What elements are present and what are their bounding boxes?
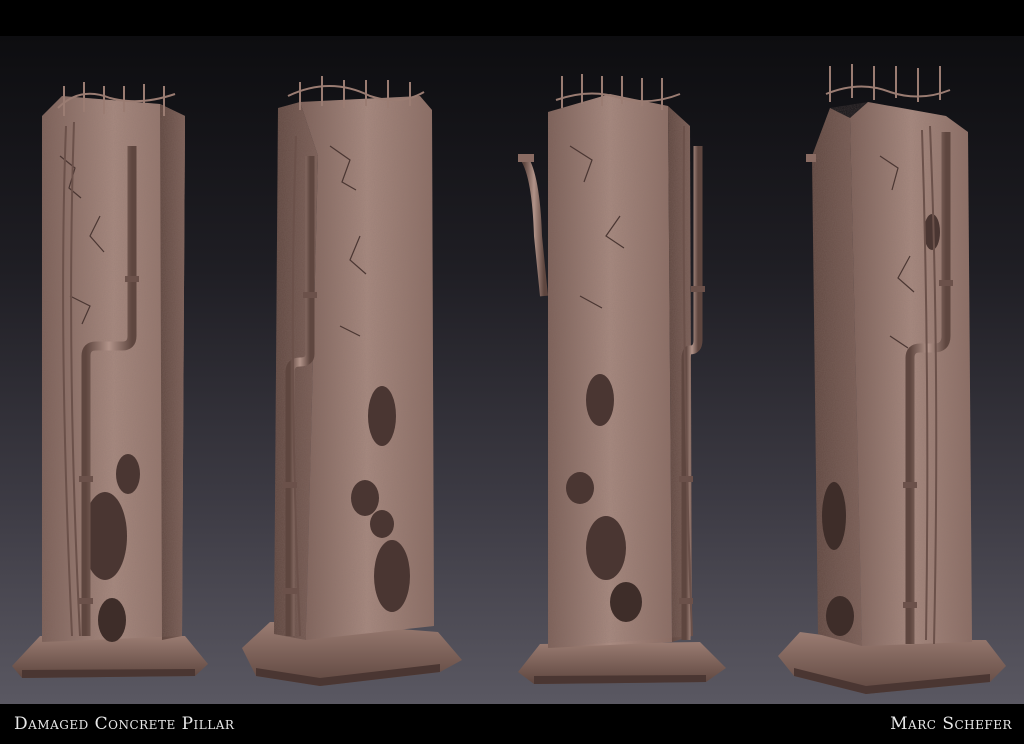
pillar-back-view (518, 74, 726, 684)
caption-bar: Damaged Concrete Pillar Marc Schefer (0, 704, 1024, 744)
pillar-render (12, 64, 1006, 694)
render-viewport (0, 36, 1024, 704)
author-credit: Marc Schefer (890, 714, 1012, 734)
letterbox-top (0, 0, 1024, 36)
pillar-front-view (12, 82, 208, 678)
pillar-three-quarter-left-view (242, 76, 462, 686)
render-title: Damaged Concrete Pillar (14, 714, 235, 734)
render-frame: Damaged Concrete Pillar Marc Schefer (0, 0, 1024, 744)
pillar-three-quarter-right-view (778, 64, 1006, 694)
